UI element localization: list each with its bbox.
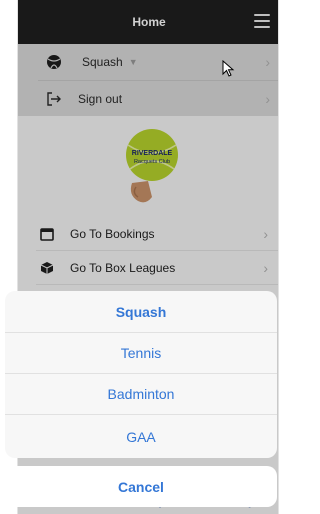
sheet-option-squash[interactable]: Squash: [5, 291, 277, 332]
sheet-option-tennis[interactable]: Tennis: [5, 332, 277, 373]
mouse-cursor-icon: [222, 60, 235, 77]
cancel-button[interactable]: Cancel: [5, 466, 277, 507]
sheet-option-gaa[interactable]: GAA: [5, 414, 277, 458]
sheet-option-badminton[interactable]: Badminton: [5, 373, 277, 414]
sport-action-sheet: Squash Tennis Badminton GAA: [5, 291, 277, 458]
